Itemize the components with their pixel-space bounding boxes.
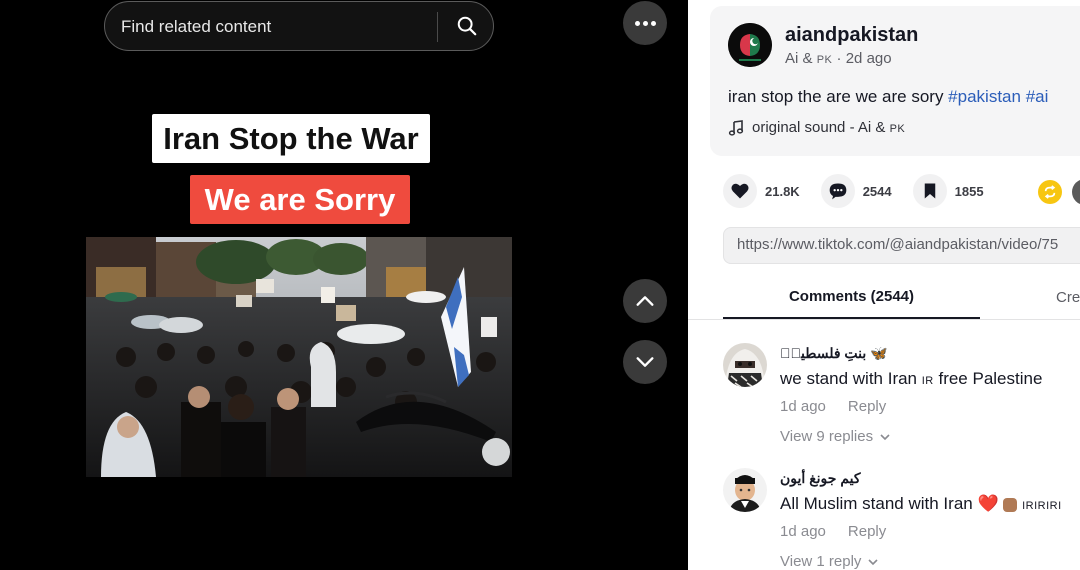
video-frame-image[interactable]: [86, 237, 512, 477]
comment-item: كيم جونغ أيون All Muslim stand with Iran…: [723, 468, 1080, 570]
bookmark-icon: [924, 183, 935, 199]
post-info-card: aiandpakistan Ai & PK · 2d ago iran stop…: [710, 6, 1080, 156]
music-note-icon: [728, 119, 744, 136]
sound-link[interactable]: original sound - Ai & PK: [728, 119, 905, 136]
like-count: 21.8K: [765, 183, 800, 199]
more-horizontal-icon: [634, 20, 640, 26]
commenter-avatar[interactable]: [723, 343, 767, 387]
panel-tabs: Comments (2544) Cre: [688, 276, 1080, 320]
bookmark-button[interactable]: 1855: [912, 174, 984, 208]
commenter-avatar[interactable]: [723, 468, 767, 512]
red-heart-emoji: ❤️: [977, 494, 999, 513]
video-caption-top: Iran Stop the War: [152, 114, 430, 163]
repost-icon: [1044, 185, 1056, 199]
view-replies-button[interactable]: View 1 reply: [780, 553, 879, 570]
author-display-name: Ai &: [785, 50, 817, 67]
reply-button[interactable]: Reply: [848, 523, 886, 540]
iran-flag-emoji: IR: [921, 375, 934, 387]
author-flag: PK: [816, 54, 833, 66]
hashtag-pakistan[interactable]: #pakistan: [948, 87, 1021, 106]
comment-text: we stand with Iran IR free Palestine: [780, 369, 1043, 388]
description-text: iran stop the are we are sory: [728, 87, 949, 106]
search-input[interactable]: [121, 14, 421, 40]
chevron-down-icon: [880, 433, 890, 440]
view-replies-button[interactable]: View 9 replies: [780, 428, 891, 445]
action-bar: 21.8K 2544 1855: [723, 173, 1005, 209]
iran-flags-emoji: IRIRIRI: [1022, 500, 1062, 512]
meta-separator: ·: [832, 50, 846, 67]
author-meta: Ai & PK · 2d ago: [785, 50, 892, 67]
author-username[interactable]: aiandpakistan: [785, 24, 918, 47]
tab-creator-videos[interactable]: Cre: [1056, 276, 1080, 319]
post-description: iran stop the are we are sory #pakistan …: [728, 87, 1048, 107]
search-button[interactable]: [445, 8, 489, 44]
tab-comments[interactable]: Comments (2544): [723, 276, 980, 319]
next-video-button[interactable]: [623, 340, 667, 384]
video-player: Iran Stop the War We are Sorry: [0, 0, 688, 570]
search-divider: [437, 12, 438, 42]
sound-label: original sound - Ai & PK: [752, 119, 906, 136]
fist-emoji: [1003, 497, 1018, 512]
like-button[interactable]: 21.8K: [723, 174, 800, 208]
reply-button[interactable]: Reply: [848, 398, 886, 415]
more-options-button[interactable]: [623, 1, 667, 45]
author-avatar[interactable]: [728, 23, 772, 67]
commenter-name[interactable]: بنتِ فلسطینؔ 🦋: [780, 345, 888, 362]
chevron-up-icon: [636, 296, 654, 306]
chevron-down-icon: [636, 357, 654, 367]
comment-item: بنتِ فلسطینؔ 🦋 we stand with Iran IR fre…: [723, 343, 1080, 453]
search-icon: [457, 16, 477, 36]
comment-count: 2544: [862, 183, 892, 199]
butterfly-emoji: 🦋: [870, 345, 888, 361]
chevron-down-icon: [868, 558, 879, 565]
heart-icon: [731, 183, 749, 199]
commenter-name[interactable]: كيم جونغ أيون: [780, 470, 861, 487]
search-bar: [104, 1, 494, 51]
share-link-field[interactable]: https://www.tiktok.com/@aiandpakistan/vi…: [723, 227, 1080, 264]
hashtag-ai[interactable]: #ai: [1026, 87, 1049, 106]
repost-button[interactable]: [1038, 180, 1062, 204]
comment-meta: 1d ago Reply: [780, 398, 886, 415]
comment-time: 1d ago: [780, 523, 826, 540]
comment-icon: [829, 183, 847, 200]
details-panel: aiandpakistan Ai & PK · 2d ago iran stop…: [688, 0, 1080, 570]
previous-video-button[interactable]: [623, 279, 667, 323]
comment-button[interactable]: 2544: [820, 174, 892, 208]
comment-time: 1d ago: [780, 398, 826, 415]
bookmark-count: 1855: [954, 183, 984, 199]
comment-text: All Muslim stand with Iran ❤️ IRIRIRI: [780, 494, 1062, 513]
comment-meta: 1d ago Reply: [780, 523, 886, 540]
video-caption-bottom: We are Sorry: [190, 175, 410, 224]
post-time: 2d ago: [845, 50, 892, 67]
share-more-button[interactable]: [1072, 179, 1080, 205]
